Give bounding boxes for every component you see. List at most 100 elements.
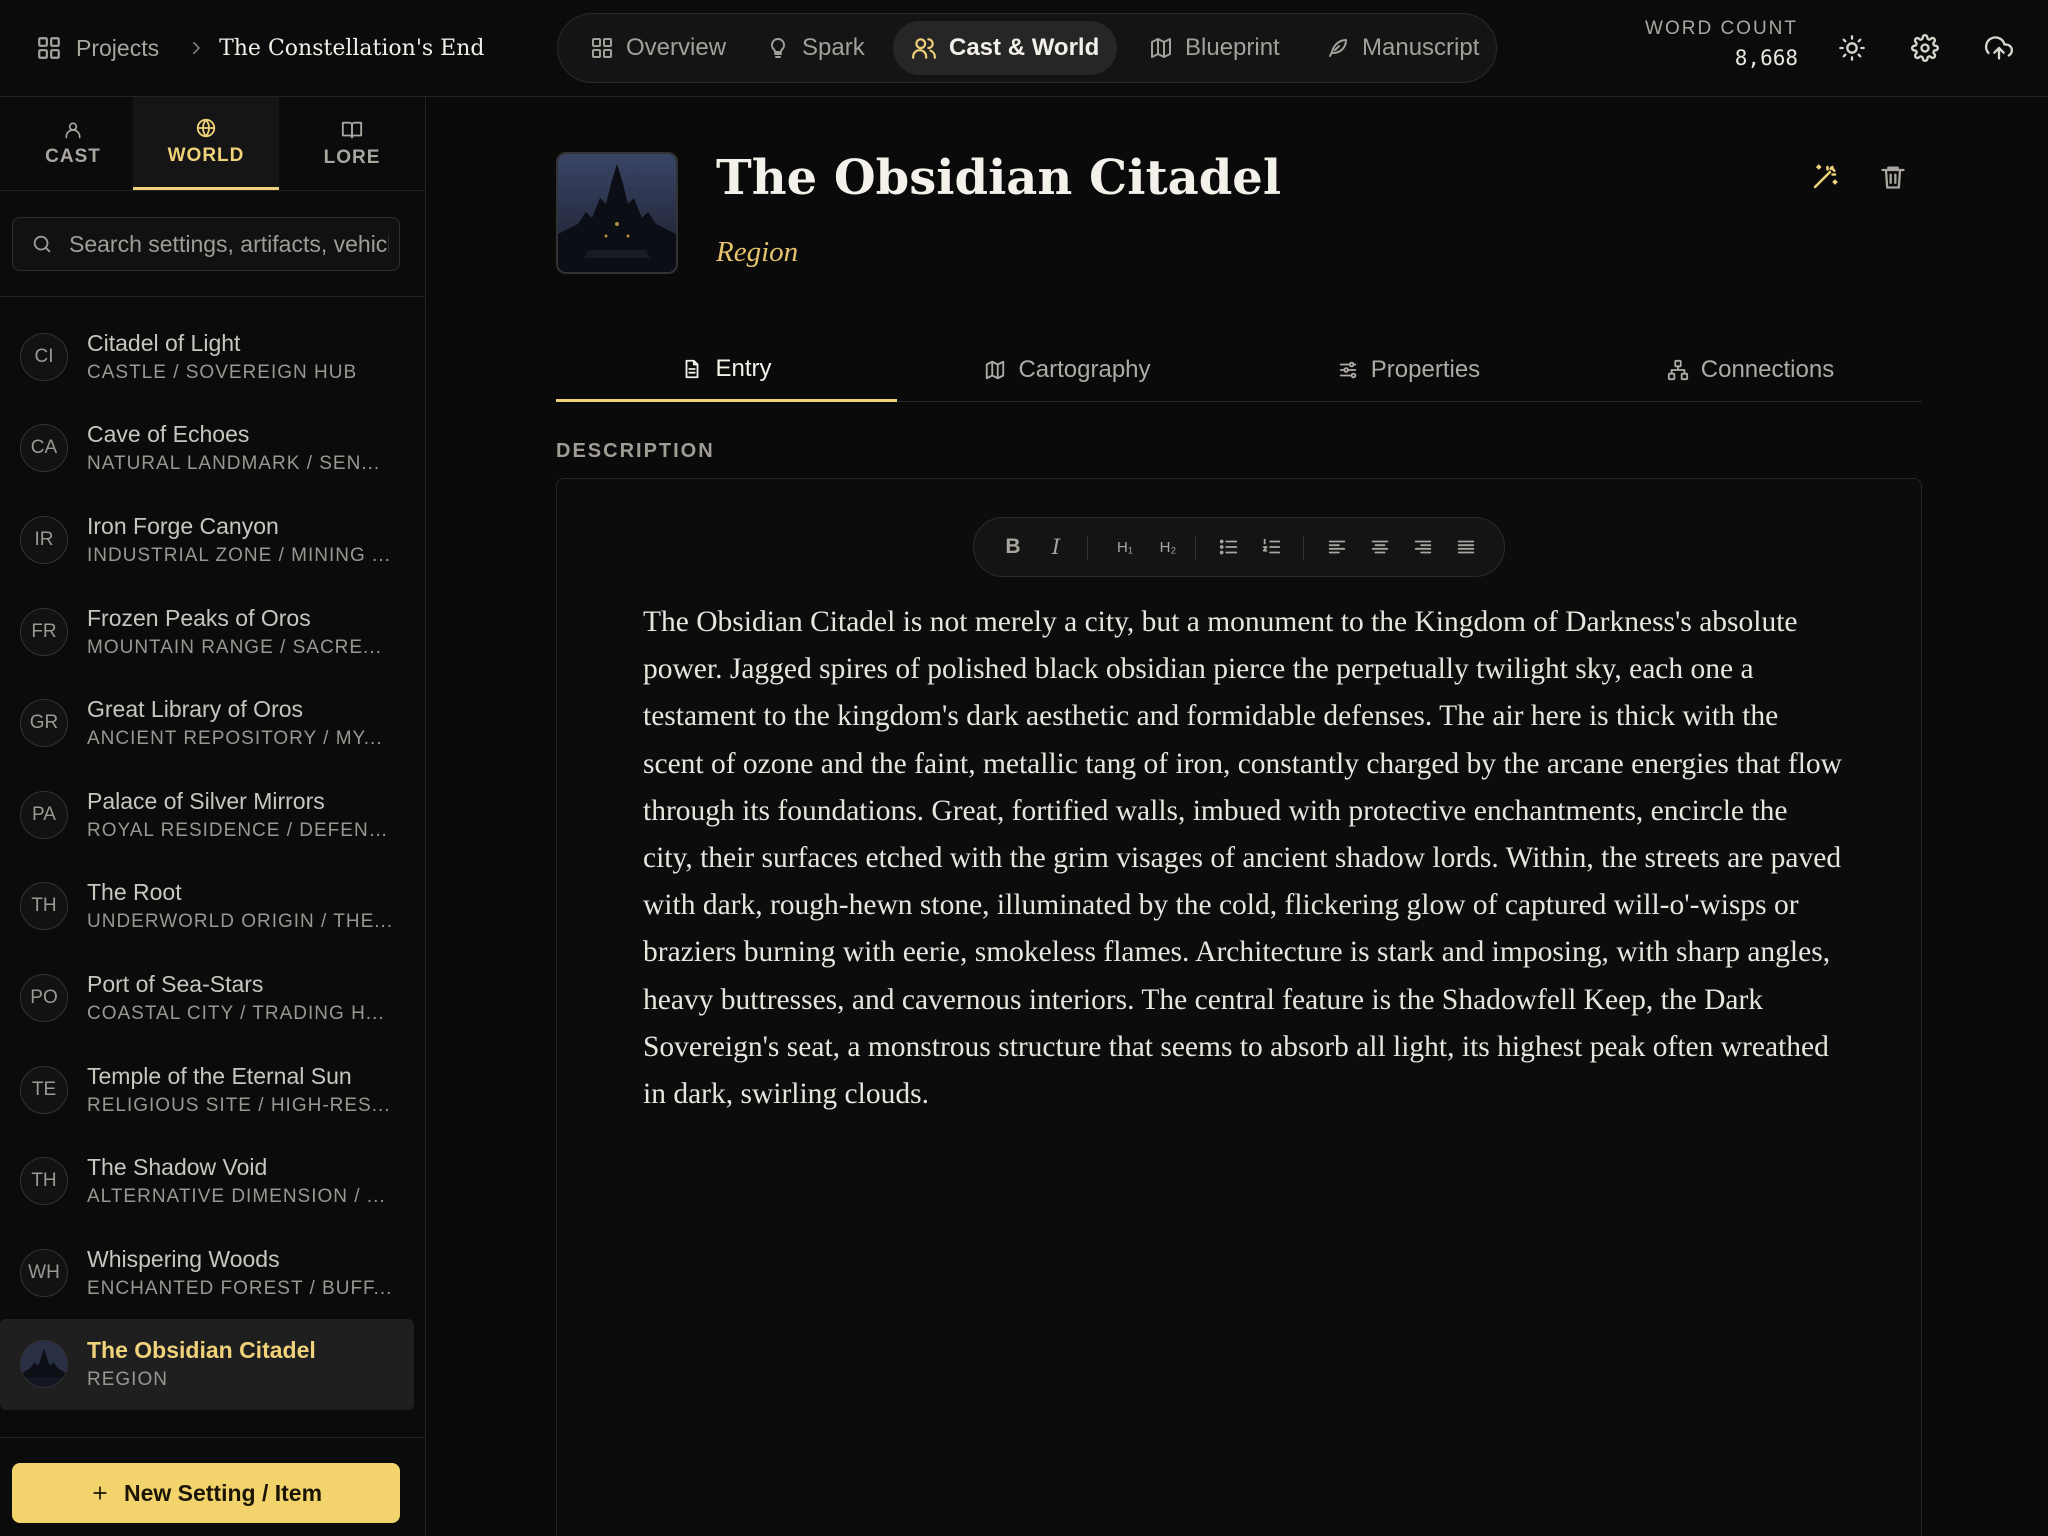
tab-overview[interactable]: Overview (572, 21, 744, 75)
item-subtitle: COASTAL CITY / TRADING H... (87, 1002, 385, 1024)
projects-link[interactable]: Projects (36, 35, 159, 62)
align-center-icon[interactable] (1365, 532, 1395, 562)
grid-icon (36, 35, 62, 61)
heading2-button[interactable]: H₂ (1149, 532, 1187, 562)
item-subtitle: ROYAL RESIDENCE / DEFENS... (87, 819, 397, 841)
item-name: Palace of Silver Mirrors (87, 787, 325, 814)
numbered-list-icon[interactable] (1257, 532, 1287, 562)
list-item[interactable]: GR Great Library of Oros ANCIENT REPOSITOR… (0, 677, 414, 769)
toolbar-divider (1195, 536, 1196, 560)
search-input[interactable] (69, 230, 389, 258)
item-name: Cave of Echoes (87, 421, 250, 448)
align-right-icon[interactable] (1408, 532, 1438, 562)
tab-spark[interactable]: Spark (748, 21, 883, 75)
person-icon (63, 120, 83, 140)
item-subtitle: ALTERNATIVE DIMENSION / ... (87, 1186, 386, 1208)
network-icon (1667, 359, 1689, 381)
list-item[interactable]: PO Port of Sea-Stars COASTAL CITY / TRADIN… (0, 952, 414, 1044)
list-item[interactable]: WH Whispering Woods ENCHANTED FOREST / BUF… (0, 1227, 414, 1319)
avatar: TH (20, 1157, 68, 1206)
avatar: PO (20, 973, 68, 1022)
magic-wand-icon[interactable] (1810, 162, 1840, 192)
breadcrumb: Projects The Constellation's End (36, 30, 484, 66)
avatar: TE (20, 1065, 68, 1114)
chevron-right-icon (187, 39, 205, 57)
users-icon (911, 35, 937, 61)
list-item[interactable]: TH The Root UNDERWORLD ORIGIN / THE... (0, 861, 414, 953)
main-nav: Overview Spark Cast & World Blueprint Ma… (557, 13, 1497, 83)
section-label: DESCRIPTION (556, 440, 715, 462)
entry-title[interactable]: The Obsidian Citadel (716, 150, 1281, 206)
toolbar-divider (1087, 536, 1088, 560)
sidebar-tab-world[interactable]: WORLD (133, 97, 279, 190)
feather-icon (1326, 36, 1350, 60)
list-item[interactable]: IR Iron Forge Canyon INDUSTRIAL ZONE / MIN… (0, 494, 414, 586)
description-text[interactable]: The Obsidian Citadel is not merely a cit… (643, 599, 1843, 1118)
tab-connections[interactable]: Connections (1580, 338, 1921, 401)
tab-cast-world[interactable]: Cast & World (893, 21, 1118, 75)
sidebar-tab-label: WORLD (167, 145, 245, 166)
bold-button[interactable]: B (998, 532, 1028, 562)
align-left-icon[interactable] (1322, 532, 1352, 562)
list-item-selected[interactable]: The Obsidian Citadel REGION (0, 1318, 414, 1411)
tab-blueprint[interactable]: Blueprint (1131, 21, 1298, 75)
item-name: The Obsidian Citadel (87, 1337, 316, 1364)
search-box (12, 217, 400, 271)
world-item-list: CI Citadel of Light CASTLE / SOVEREIGN HUB… (0, 311, 426, 1411)
tab-properties[interactable]: Properties (1238, 338, 1579, 401)
item-subtitle: ANCIENT REPOSITORY / MY... (87, 728, 383, 750)
tab-cartography[interactable]: Cartography (897, 338, 1238, 401)
projects-label: Projects (76, 34, 160, 61)
gear-icon[interactable] (1911, 34, 1939, 62)
list-item[interactable]: CI Citadel of Light CASTLE / SOVEREIGN HUB (0, 311, 414, 403)
list-item[interactable]: FR Frozen Peaks of Oros MOUNTAIN RANGE / S… (0, 586, 414, 678)
heading1-button[interactable]: H₁ (1106, 532, 1144, 562)
search-icon (31, 233, 53, 255)
item-name: Iron Forge Canyon (87, 512, 279, 539)
tab-label: Spark (802, 34, 865, 61)
tab-entry[interactable]: Entry (556, 338, 897, 402)
avatar: FR (20, 607, 68, 656)
tab-manuscript[interactable]: Manuscript (1308, 21, 1497, 75)
sidebar-tab-cast[interactable]: CAST (0, 97, 146, 190)
sun-icon[interactable] (1838, 34, 1866, 62)
entry-type[interactable]: Region (716, 236, 798, 269)
italic-button[interactable]: I (1041, 532, 1071, 562)
project-title: The Constellation's End (219, 35, 485, 61)
item-name: Port of Sea-Stars (87, 970, 264, 997)
sidebar-tab-label: LORE (323, 146, 381, 168)
item-subtitle: INDUSTRIAL ZONE / MINING ... (87, 544, 391, 566)
list-item[interactable]: TE Temple of the Eternal Sun RELIGIOUS SIT… (0, 1044, 414, 1136)
item-name: The Shadow Void (87, 1154, 268, 1181)
toolbar-divider (1303, 536, 1304, 560)
list-item[interactable]: TH The Shadow Void ALTERNATIVE DIMENSION /… (0, 1135, 414, 1227)
avatar: CA (20, 424, 68, 473)
list-item[interactable]: CA Cave of Echoes NATURAL LANDMARK / SEN..… (0, 403, 414, 495)
item-subtitle: UNDERWORLD ORIGIN / THE... (87, 911, 394, 933)
word-count-value: 8,668 (1734, 46, 1798, 70)
list-item[interactable]: PA Palace of Silver Mirrors ROYAL RESIDENC… (0, 769, 414, 861)
sidebar-tabs: CAST WORLD LORE (0, 97, 426, 191)
avatar: WH (20, 1248, 68, 1297)
globe-icon (195, 117, 217, 139)
tab-label: Blueprint (1185, 34, 1280, 61)
item-subtitle: RELIGIOUS SITE / HIGH-RES... (87, 1094, 391, 1116)
item-subtitle: MOUNTAIN RANGE / SACRE... (87, 636, 382, 658)
tab-label: Overview (626, 34, 727, 61)
avatar: IR (20, 515, 68, 564)
entry-thumbnail[interactable] (556, 152, 678, 274)
map-icon (984, 359, 1006, 381)
tab-label: Entry (715, 354, 772, 382)
new-setting-button[interactable]: New Setting / Item (12, 1463, 400, 1523)
item-name: Temple of the Eternal Sun (87, 1062, 352, 1089)
word-count: WORD COUNT 8,668 (1640, 18, 1798, 70)
tab-label: Properties (1370, 355, 1481, 383)
sidebar-tab-label: CAST (45, 145, 101, 167)
trash-icon[interactable] (1879, 162, 1907, 192)
bullet-list-icon[interactable] (1214, 532, 1244, 562)
cloud-upload-icon[interactable] (1984, 34, 2014, 62)
item-name: Great Library of Oros (87, 696, 304, 723)
item-subtitle: CASTLE / SOVEREIGN HUB (87, 361, 358, 383)
align-justify-icon[interactable] (1451, 532, 1481, 562)
sidebar-tab-lore[interactable]: LORE (279, 97, 425, 190)
